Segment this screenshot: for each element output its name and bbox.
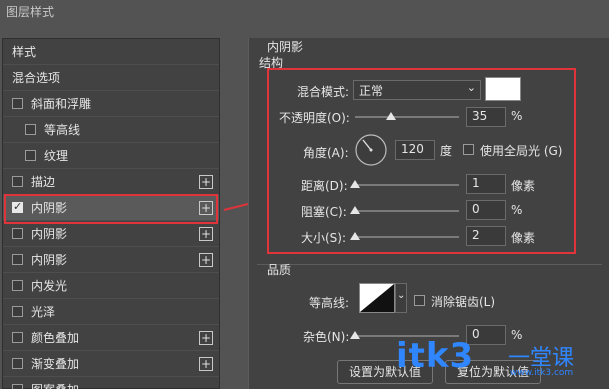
sidebar-item-label: 图案叠加 (31, 381, 79, 389)
sidebar-item[interactable]: 纹理 (3, 143, 219, 169)
sidebar-item[interactable]: 等高线 (3, 117, 219, 143)
sidebar-item-label: 斜面和浮雕 (31, 97, 92, 111)
highlight-box-structure (267, 68, 576, 254)
window-title: 图层样式 (0, 0, 609, 24)
sidebar-item[interactable]: 颜色叠加 + (3, 325, 219, 351)
sidebar-item-checkbox[interactable] (12, 176, 23, 187)
sidebar-item-label: 内发光 (31, 279, 68, 293)
sidebar-item-checkbox[interactable] (25, 124, 36, 135)
sidebar-item[interactable]: 描边 + (3, 169, 219, 195)
sidebar-item[interactable]: 内阴影 + (3, 221, 219, 247)
sidebar-item[interactable]: 斜面和浮雕 (3, 91, 219, 117)
highlight-box-inner-shadow (4, 194, 218, 224)
sidebar-item-checkbox[interactable] (12, 306, 23, 317)
sidebar-item-label: 内阴影 (31, 253, 68, 267)
sidebar-item[interactable]: 内发光 (3, 273, 219, 299)
contour-label: 等高线: (309, 296, 350, 310)
sidebar-item-checkbox[interactable] (12, 254, 23, 265)
sidebar-item-label: 样式 (12, 45, 37, 59)
noise-label: 杂色(N): (303, 330, 350, 344)
sidebar-item-label: 颜色叠加 (31, 331, 80, 345)
sidebar-item-checkbox[interactable] (12, 98, 23, 109)
contour-preview[interactable] (359, 283, 395, 313)
sidebar-item[interactable]: 内阴影 + (3, 247, 219, 273)
add-effect-button[interactable]: + (199, 226, 213, 241)
section-title: 内阴影 (267, 40, 304, 54)
sidebar-item-label: 混合选项 (12, 71, 61, 85)
sidebar-item-label: 渐变叠加 (31, 357, 80, 371)
sidebar-item-label: 纹理 (44, 149, 69, 163)
sidebar-item[interactable]: 图案叠加 (3, 377, 219, 389)
antialias-checkbox[interactable] (414, 295, 425, 306)
sidebar-item-checkbox[interactable] (12, 280, 23, 291)
divider (257, 264, 602, 265)
add-effect-button[interactable]: + (199, 330, 213, 345)
add-effect-button[interactable]: + (199, 252, 213, 267)
noise-slider-thumb[interactable] (350, 331, 360, 339)
add-effect-button[interactable]: + (199, 356, 213, 371)
sidebar-item[interactable]: 混合选项 (3, 65, 219, 91)
sidebar-item-checkbox[interactable] (12, 358, 23, 369)
sidebar-item[interactable]: 样式 (3, 39, 219, 65)
sidebar-item-checkbox[interactable] (12, 332, 23, 343)
sidebar-item[interactable]: 渐变叠加 + (3, 351, 219, 377)
watermark-url: www.itk3.com (510, 368, 574, 378)
chevron-down-icon: ⌄ (397, 290, 406, 301)
sidebar-item-label: 描边 (31, 175, 56, 189)
add-effect-button[interactable]: + (199, 174, 213, 189)
sidebar-item-checkbox[interactable] (12, 228, 23, 239)
sidebar-item-checkbox[interactable] (25, 150, 36, 161)
sidebar-item[interactable]: 光泽 (3, 299, 219, 325)
sidebar-item-label: 光泽 (31, 305, 56, 319)
antialias-label: 消除锯齿(L) (431, 295, 496, 309)
watermark-logo: itk3 (396, 336, 475, 376)
quality-title: 品质 (267, 263, 292, 277)
sidebar-item-label: 内阴影 (31, 227, 68, 241)
sidebar-item-checkbox[interactable] (12, 384, 23, 389)
sidebar-item-label: 等高线 (44, 123, 81, 137)
contour-dropdown[interactable]: ⌄ (395, 283, 407, 313)
